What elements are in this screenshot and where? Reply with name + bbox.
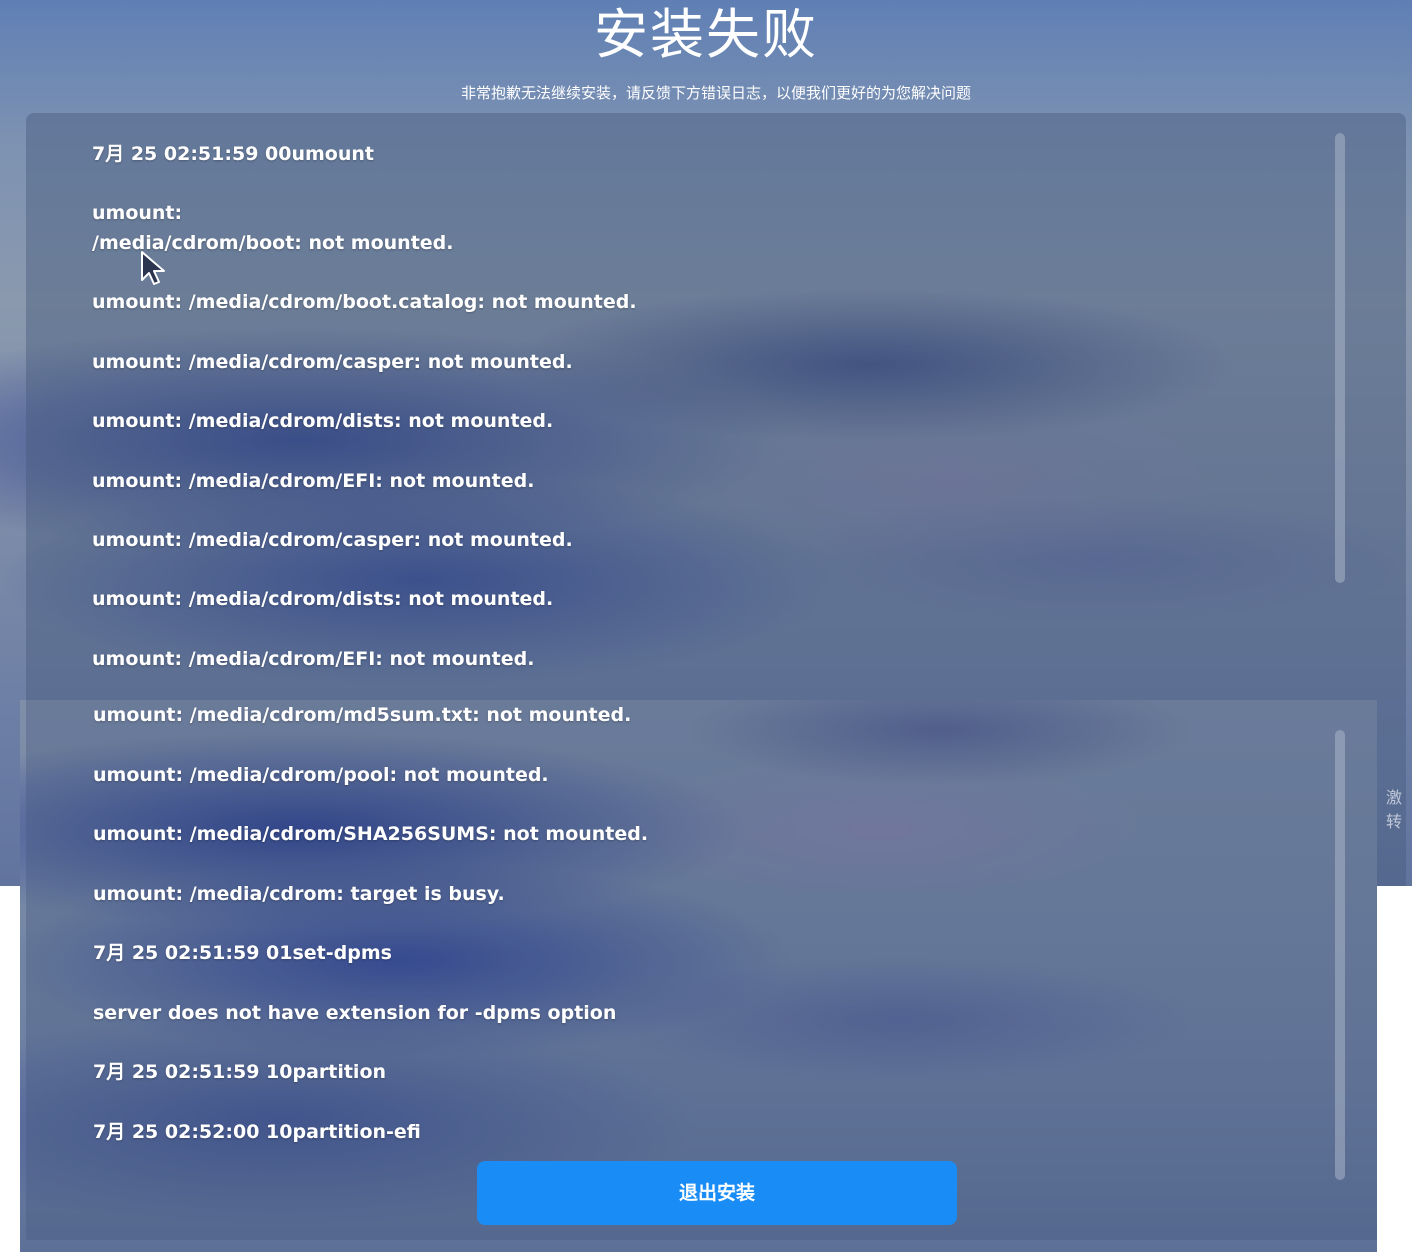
watermark-text: 激 [1386,788,1403,807]
log-line: umount: /media/cdrom/md5sum.txt: not mou… [93,704,632,726]
log-line: umount: /media/cdrom/EFI: not mounted. [92,470,535,492]
log-line: umount: /media/cdrom/dists: not mounted. [92,410,554,432]
log-line: umount: /media/cdrom/dists: not mounted. [92,588,554,610]
log-line: server does not have extension for -dpms… [93,1002,617,1024]
log-line: umount: /media/cdrom/casper: not mounted… [92,529,573,551]
arrow-pointer-icon [141,251,165,285]
log-line: 7月 25 02:52:00 10partition-efi [93,1121,421,1143]
watermark-text: 转 [1386,812,1403,831]
page-subtitle: 非常抱歉无法继续安装，请反馈下方错误日志，以便我们更好的为您解决问题 [460,84,971,102]
log-scrollbar[interactable] [1335,133,1345,583]
log-line: umount: /media/cdrom/boot.catalog: not m… [92,291,637,313]
exit-install-button[interactable]: 退出安装 [477,1161,957,1225]
log-scrollbar[interactable] [1335,730,1345,1180]
log-line: umount: /media/cdrom/casper: not mounted… [92,351,573,373]
log-line: umount: [92,202,183,224]
log-line: 7月 25 02:51:59 00umount [92,143,374,165]
log-line: umount: /media/cdrom/SHA256SUMS: not mou… [93,823,649,845]
installer-screen-bottom: umount: /media/cdrom/md5sum.txt: not mou… [20,700,1377,1252]
log-line: umount: /media/cdrom/EFI: not mounted. [92,648,535,670]
page-title: 安装失败 [594,3,818,66]
log-line: 7月 25 02:51:59 10partition [93,1061,387,1083]
error-log-panel[interactable]: umount: /media/cdrom/md5sum.txt: not mou… [26,700,1377,1240]
log-line: umount: /media/cdrom: target is busy. [93,883,505,905]
log-line: 7月 25 02:51:59 01set-dpms [93,942,392,964]
log-line: umount: /media/cdrom/pool: not mounted. [93,764,549,786]
